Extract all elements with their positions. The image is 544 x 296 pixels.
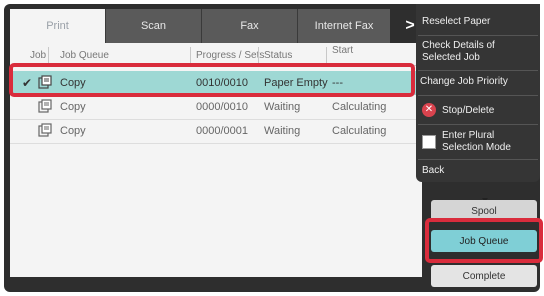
menu-item-plural-selection[interactable]: Enter Plural Selection Mode (416, 130, 540, 156)
copy-job-icon (38, 99, 52, 113)
menu-divider (418, 124, 538, 125)
job-progress: 0000/0001 (196, 125, 248, 137)
column-progress: Progress / Sets (196, 50, 265, 61)
column-divider (190, 47, 191, 63)
job-queue-name: Copy (60, 125, 86, 137)
job-row[interactable]: Copy 0000/0010 Waiting Calculating (10, 95, 422, 120)
menu-divider (418, 70, 538, 71)
menu-item-stop-delete[interactable]: ✕ Stop/Delete (416, 103, 540, 119)
mode-tabs: Print Scan Fax Internet Fax > (10, 9, 430, 43)
column-start: Start (332, 45, 354, 56)
job-progress: 0000/0010 (196, 101, 248, 113)
job-row[interactable]: Copy 0000/0001 Waiting Calculating (10, 119, 422, 144)
column-job: Job (30, 50, 47, 61)
tab-fax[interactable]: Fax (202, 9, 298, 43)
complete-button[interactable]: Complete (431, 265, 537, 287)
selected-row-highlight (9, 63, 415, 97)
menu-item-check-details[interactable]: Check Details of Selected Job (416, 40, 540, 66)
menu-divider (418, 159, 538, 160)
column-divider (48, 47, 49, 63)
job-start: Calculating (332, 125, 387, 137)
menu-item-reselect-paper[interactable]: Reselect Paper (416, 16, 540, 30)
tab-scan[interactable]: Scan (106, 9, 202, 43)
job-status: Waiting (264, 101, 301, 113)
job-status: Waiting (264, 125, 301, 137)
tab-print[interactable]: Print (10, 9, 106, 43)
stop-icon: ✕ (422, 103, 436, 117)
menu-item-change-priority[interactable]: Change Job Priority (416, 76, 540, 90)
copy-job-icon (38, 123, 52, 137)
menu-item-back[interactable]: Back (416, 165, 540, 179)
column-divider (326, 47, 327, 63)
column-job-queue: Job Queue (60, 50, 109, 61)
action-menu: Reselect Paper Check Details of Selected… (416, 4, 540, 182)
tab-internet-fax[interactable]: Internet Fax (298, 9, 391, 43)
column-divider (258, 47, 259, 63)
column-status: Status (264, 50, 293, 61)
menu-divider (418, 35, 538, 36)
job-queue-name: Copy (60, 101, 86, 113)
job-start: Calculating (332, 101, 387, 113)
menu-divider (418, 95, 538, 96)
checkbox-icon[interactable] (422, 135, 436, 149)
job-queue-highlight (425, 218, 543, 263)
